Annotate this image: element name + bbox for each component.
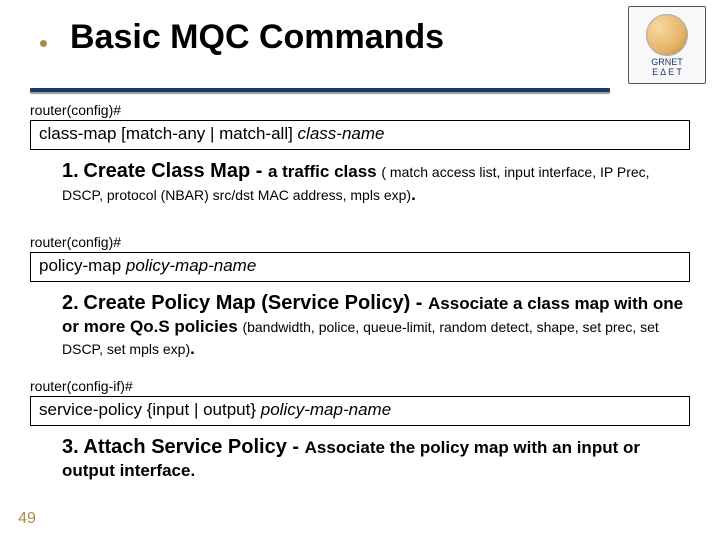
- cmd3-arg: policy-map-name: [261, 400, 391, 419]
- step2-title: Create Policy Map (Service Policy): [83, 292, 410, 314]
- step3-title: Attach Service Policy: [83, 436, 286, 458]
- cmd1-fixed: class-map [match-any | match-all]: [39, 124, 298, 143]
- step3-num: 3.: [62, 436, 79, 458]
- prompt-2: router(config)#: [30, 234, 121, 250]
- step1-title: Create Class Map: [83, 160, 250, 182]
- cmd3-fixed: service-policy {input | output}: [39, 400, 261, 419]
- slide: Basic MQC Commands GRNET Ε Δ Ε Τ router(…: [0, 0, 720, 540]
- logo: GRNET Ε Δ Ε Τ: [628, 6, 706, 84]
- cmd2-fixed: policy-map: [39, 256, 126, 275]
- cmd2-arg: policy-map-name: [126, 256, 256, 275]
- step1-sep: -: [250, 160, 268, 182]
- slide-title: Basic MQC Commands: [70, 18, 444, 57]
- slide-number: 49: [10, 510, 44, 528]
- title-underline: [30, 88, 610, 92]
- step1-text: 1. Create Class Map - a traffic class ( …: [62, 158, 692, 206]
- command-box-1: class-map [match-any | match-all] class-…: [30, 120, 690, 150]
- title-bullet: [40, 40, 47, 47]
- prompt-3: router(config-if)#: [30, 378, 133, 394]
- step2-num: 2.: [62, 292, 79, 314]
- command-box-3: service-policy {input | output} policy-m…: [30, 396, 690, 426]
- step3-text: 3. Attach Service Policy - Associate the…: [62, 434, 692, 482]
- step1-lead: a traffic class: [268, 162, 381, 181]
- command-box-2: policy-map policy-map-name: [30, 252, 690, 282]
- logo-globe-icon: [646, 14, 688, 56]
- logo-text-1: GRNET: [651, 57, 683, 67]
- prompt-1: router(config)#: [30, 102, 121, 118]
- step2-tail: .: [190, 339, 195, 358]
- cmd1-arg: class-name: [298, 124, 385, 143]
- step1-tail: .: [411, 185, 416, 204]
- logo-text-2: Ε Δ Ε Τ: [652, 67, 682, 77]
- step2-text: 2. Create Policy Map (Service Policy) - …: [62, 290, 692, 360]
- step1-num: 1.: [62, 160, 79, 182]
- step3-sep: -: [287, 436, 305, 458]
- step2-sep: -: [410, 292, 428, 314]
